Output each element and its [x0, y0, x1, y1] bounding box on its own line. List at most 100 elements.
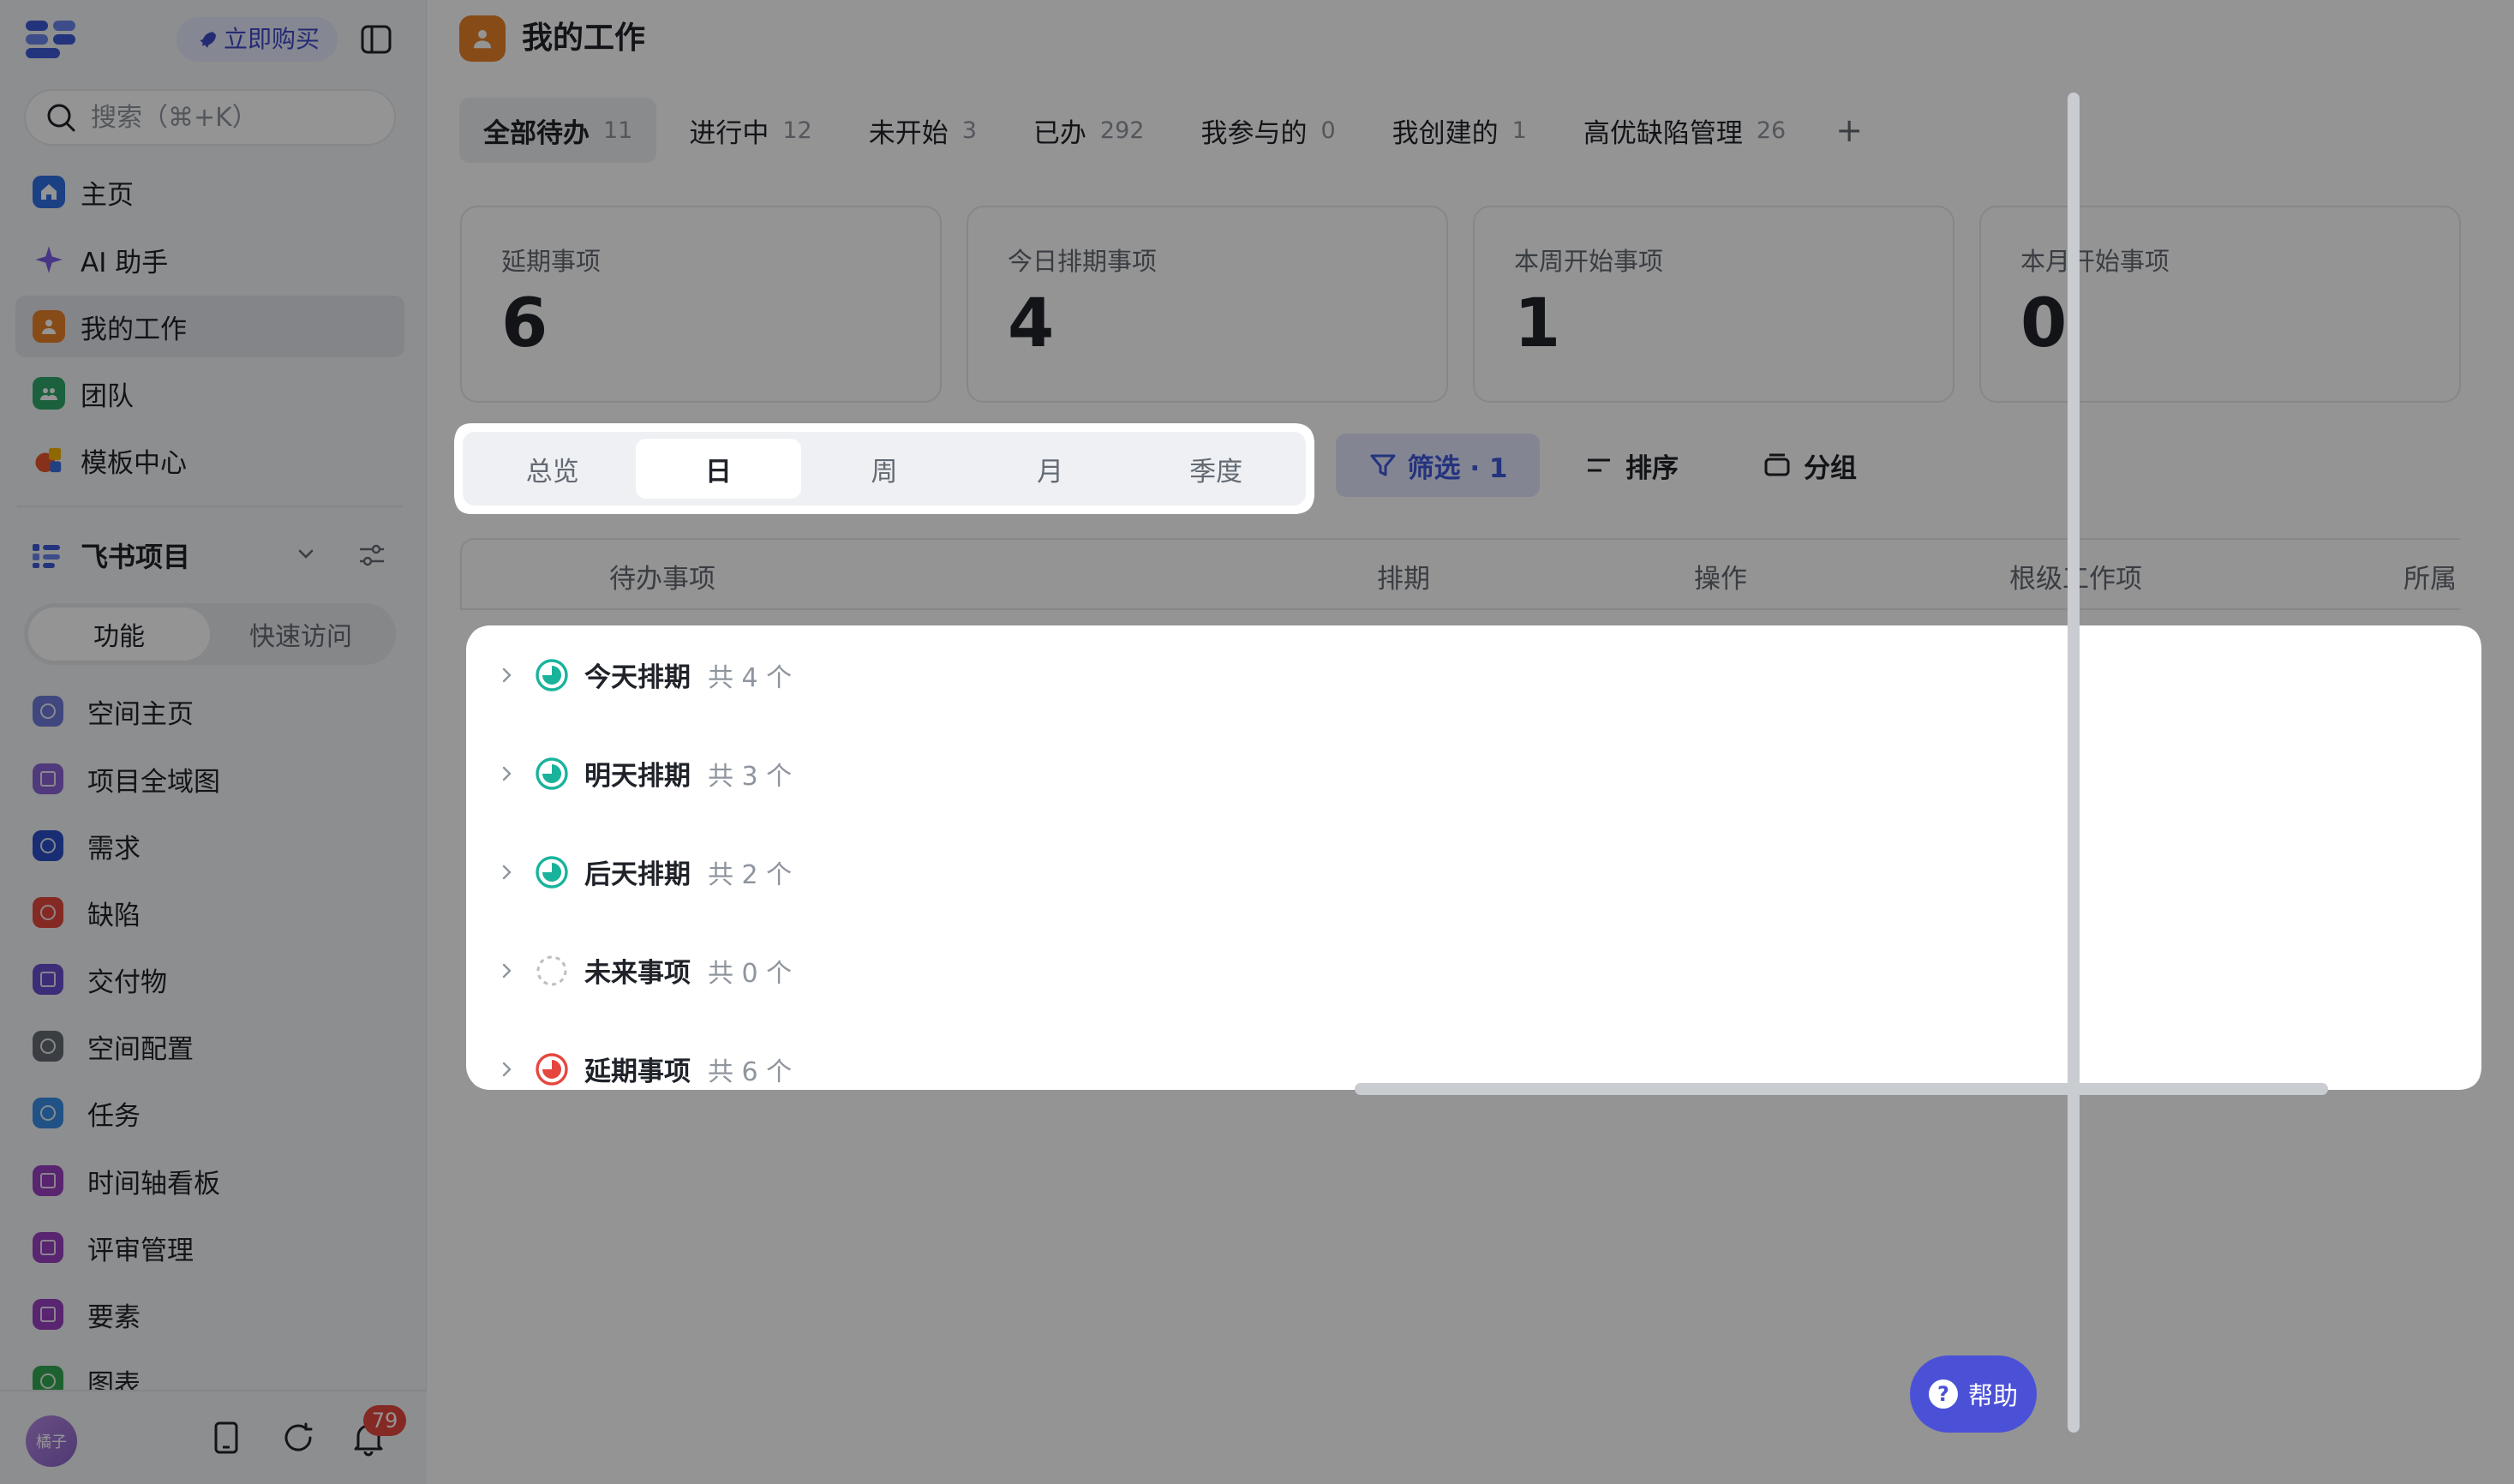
feature-item-timeline-board[interactable]: 时间轴看板 [33, 1155, 392, 1206]
settings-sliders-icon[interactable] [356, 540, 387, 571]
sort-icon [1588, 458, 1610, 472]
tab-created[interactable]: 我创建的 1 [1368, 98, 1551, 163]
filter-label: 筛选 · 1 [1407, 452, 1508, 484]
chevron-right-icon[interactable] [497, 763, 518, 784]
segment-features[interactable]: 功能 [28, 607, 210, 661]
tab-not-started[interactable]: 未开始 3 [845, 98, 1001, 163]
feature-item-defects[interactable]: 缺陷 [33, 887, 392, 938]
feature-label: 空间主页 [87, 698, 194, 730]
feature-item-project-map[interactable]: 项目全域图 [33, 753, 392, 805]
group-count: 共 3 个 [708, 761, 793, 792]
feature-item-tasks[interactable]: 任务 [33, 1087, 392, 1139]
nav-item-team[interactable]: 团队 [15, 362, 404, 424]
tab-done[interactable]: 已办 292 [1009, 98, 1169, 163]
grid-icon [33, 763, 63, 794]
project-header[interactable]: 飞书项目 [31, 531, 408, 579]
group-title: 今天排期 [584, 662, 691, 693]
horizontal-scrollbar[interactable] [1355, 1083, 2328, 1095]
feature-label: 要素 [87, 1301, 141, 1333]
feature-label: 缺陷 [87, 900, 141, 931]
search-icon [47, 104, 75, 132]
stat-card-this-month[interactable]: 本月开始事项 0 [1979, 206, 2461, 403]
group-title: 明天排期 [584, 761, 691, 792]
sort-button[interactable]: 排序 [1584, 434, 1679, 497]
search-input[interactable] [89, 101, 367, 134]
chevron-right-icon[interactable] [497, 960, 518, 981]
nav-item-template-center[interactable]: 模板中心 [15, 429, 404, 491]
stat-value: 6 [501, 285, 548, 362]
tab-label: 高优缺陷管理 [1583, 117, 1743, 149]
tab-count: 1 [1511, 117, 1527, 144]
tablet-icon[interactable] [207, 1419, 245, 1457]
feature-item-requirements[interactable]: 需求 [33, 820, 392, 871]
nav-item-ai-assistant[interactable]: AI 助手 [15, 229, 404, 290]
search-box[interactable] [24, 89, 396, 146]
add-tab-button[interactable]: + [1818, 98, 1880, 163]
chevron-right-icon[interactable] [497, 1059, 518, 1080]
chevron-down-icon[interactable] [293, 542, 319, 567]
tab-in-progress[interactable]: 进行中 12 [665, 98, 835, 163]
notification-badge: 79 [363, 1405, 406, 1436]
stat-card-this-week[interactable]: 本周开始事项 1 [1473, 206, 1954, 403]
stat-value: 0 [2020, 285, 2068, 362]
feature-label: 时间轴看板 [87, 1168, 220, 1200]
avatar[interactable]: 橘子 [26, 1415, 77, 1467]
feature-item-space-home[interactable]: 空间主页 [33, 685, 392, 737]
template-icon [33, 444, 65, 476]
group-count: 共 6 个 [708, 1056, 793, 1087]
group-row-day-after-tomorrow[interactable]: 后天排期 共 2 个 [466, 823, 2481, 921]
refresh-icon[interactable] [279, 1419, 317, 1457]
nav-item-my-work[interactable]: 我的工作 [15, 296, 404, 357]
group-row-overdue[interactable]: 延期事项 共 6 个 [466, 1020, 2481, 1090]
sidebar-top-bar: 立即购买 [0, 0, 427, 77]
filter-button[interactable]: 筛选 · 1 [1336, 434, 1540, 497]
feature-item-review-management[interactable]: 评审管理 [33, 1222, 392, 1273]
column-header-todo[interactable]: 待办事项 [609, 557, 715, 595]
range-month-highlight[interactable]: 月 [967, 439, 1134, 499]
empty-status-icon [536, 955, 567, 985]
column-header-actions[interactable]: 操作 [1694, 557, 1747, 595]
chevron-right-icon[interactable] [497, 665, 518, 685]
help-button[interactable]: ? 帮助 [1910, 1355, 2037, 1433]
scheduled-status-icon [536, 757, 568, 790]
stat-label: 今日排期事项 [1008, 247, 1158, 276]
tab-all-todo[interactable]: 全部待办 11 [459, 98, 657, 163]
nav-item-label: 主页 [81, 179, 134, 211]
group-row-tomorrow[interactable]: 明天排期 共 3 个 [466, 724, 2481, 823]
range-week-highlight[interactable]: 周 [801, 439, 967, 499]
tab-label: 我创建的 [1392, 117, 1499, 149]
nav-item-label: AI 助手 [81, 247, 169, 278]
feature-item-elements[interactable]: 要素 [33, 1289, 392, 1340]
buy-now-button[interactable]: 立即购买 [177, 17, 338, 62]
filter-icon [1370, 454, 1396, 476]
app-logo-icon[interactable] [26, 21, 77, 58]
range-overview-highlight[interactable]: 总览 [470, 439, 636, 499]
feature-item-deliverables[interactable]: 交付物 [33, 954, 392, 1005]
column-header-schedule[interactable]: 排期 [1377, 557, 1430, 595]
bookmark-icon [33, 1299, 63, 1330]
stat-card-overdue[interactable]: 延期事项 6 [460, 206, 942, 403]
rocket-icon [200, 32, 216, 48]
stat-card-today[interactable]: 今日排期事项 4 [967, 206, 1448, 403]
range-day-highlight[interactable]: 日 [635, 439, 802, 499]
chevron-right-icon[interactable] [497, 862, 518, 883]
segment-quick-access[interactable]: 快速访问 [210, 607, 392, 661]
tab-label: 未开始 [868, 117, 949, 149]
feature-item-space-config[interactable]: 空间配置 [33, 1020, 392, 1072]
bookmark-icon [33, 1165, 63, 1196]
group-title: 后天排期 [584, 859, 691, 890]
group-button[interactable]: 分组 [1763, 434, 1857, 497]
range-quarter-highlight[interactable]: 季度 [1133, 439, 1299, 499]
tab-participated[interactable]: 我参与的 0 [1176, 98, 1359, 163]
team-icon [33, 377, 65, 410]
tab-high-priority-defects[interactable]: 高优缺陷管理 26 [1559, 98, 1810, 163]
sidebar-collapse-icon[interactable] [360, 24, 392, 55]
check-circle-icon [33, 830, 63, 861]
feature-label: 评审管理 [87, 1235, 194, 1266]
vertical-scrollbar[interactable] [2068, 93, 2080, 1433]
column-header-belongs[interactable]: 所属 [2403, 557, 2457, 595]
group-row-future[interactable]: 未来事项 共 0 个 [466, 921, 2481, 1020]
nav-item-home[interactable]: 主页 [15, 161, 404, 223]
group-label: 分组 [1804, 452, 1857, 484]
group-row-today[interactable]: 今天排期 共 4 个 [466, 625, 2481, 724]
